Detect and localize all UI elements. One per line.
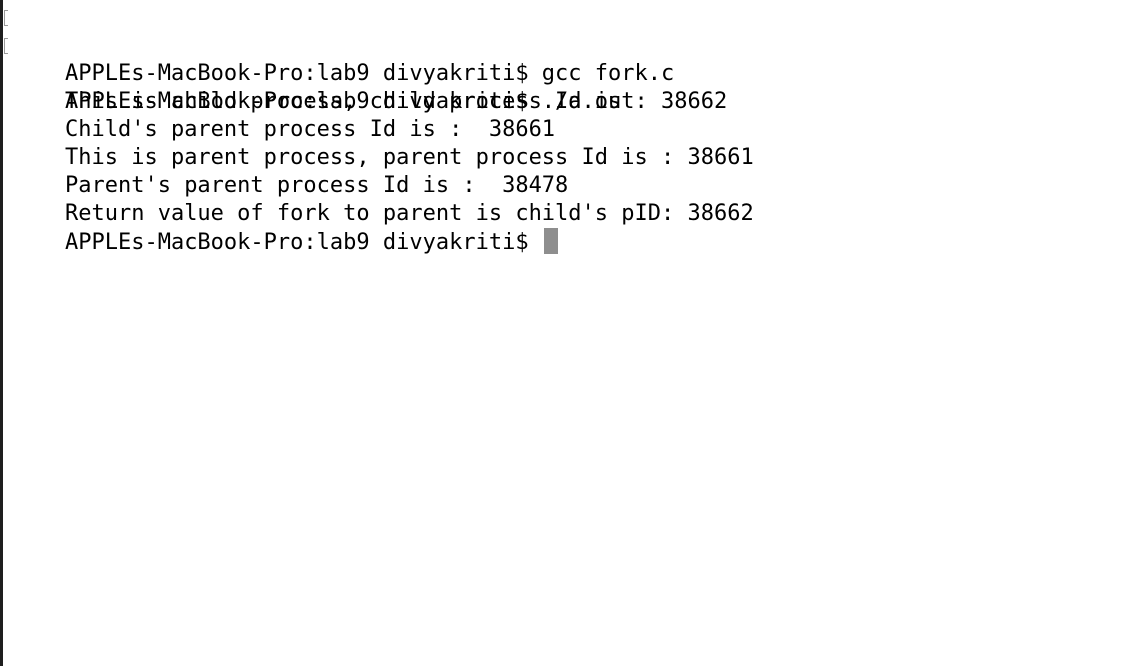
mark-bracket-icon — [4, 10, 8, 26]
output-line: This is parent process, parent process I… — [3, 116, 1126, 170]
command-line: APPLEs-MacBook-Pro:lab9 divyakriti$ gcc … — [3, 4, 1126, 86]
command-line: APPLEs-MacBook-Pro:lab9 divyakriti$ ./a.… — [3, 32, 1126, 114]
output-line: Child's parent process Id is : 38661 — [3, 88, 1126, 142]
text-cursor — [543, 228, 558, 254]
prompt-text: APPLEs-MacBook-Pro:lab9 divyakriti$ — [64, 230, 542, 255]
mark-bracket-icon — [4, 38, 8, 54]
output-line: Parent's parent process Id is : 38478 — [3, 144, 1126, 198]
terminal-window[interactable]: APPLEs-MacBook-Pro:lab9 divyakriti$ gcc … — [0, 0, 1126, 666]
prompt-line[interactable]: APPLEs-MacBook-Pro:lab9 divyakriti$ — [3, 200, 1126, 255]
output-line: This is child process, child process Id … — [3, 60, 1126, 114]
output-line: Return value of fork to parent is child'… — [3, 172, 1126, 226]
